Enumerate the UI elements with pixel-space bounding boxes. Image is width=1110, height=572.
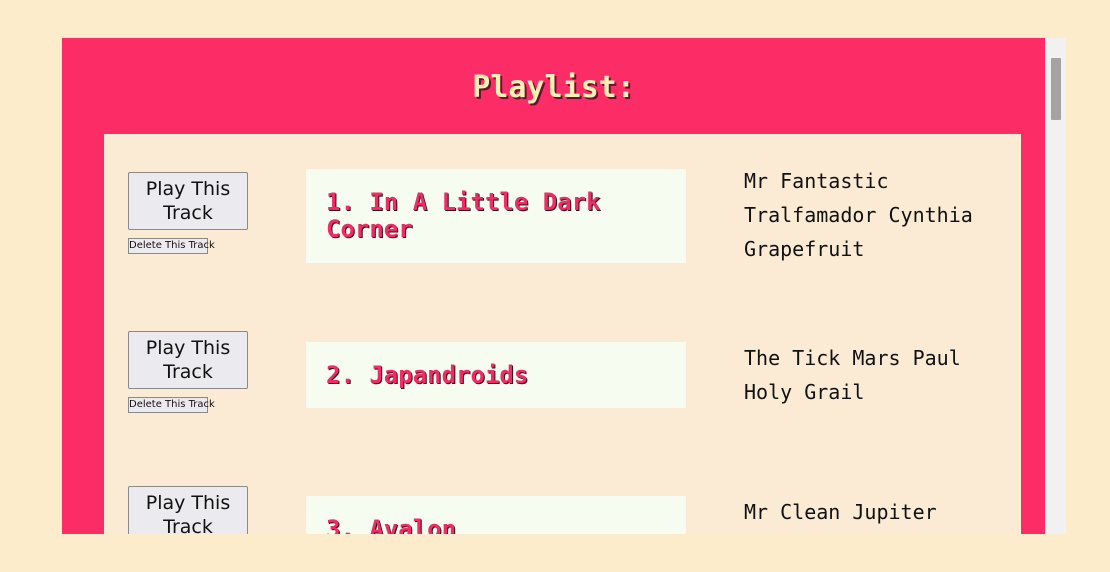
vertical-scrollbar[interactable]: [1045, 38, 1066, 534]
page-title: Playlist:: [472, 70, 635, 105]
track-artists: The Tick Mars Paul Holy Grail: [744, 346, 961, 404]
delete-track-button[interactable]: Delete This Track: [128, 397, 215, 413]
playlist-page: Playlist: Play This Track Delete This Tr…: [62, 38, 1045, 534]
browser-viewport: Playlist: Play This Track Delete This Tr…: [62, 38, 1066, 534]
track-title: 3. Avalon: [326, 515, 457, 535]
play-track-button[interactable]: Play This Track: [128, 486, 248, 534]
track-artists: Mr Clean Jupiter: [744, 500, 937, 524]
play-track-button[interactable]: Play This Track: [128, 331, 248, 389]
play-track-button[interactable]: Play This Track: [128, 172, 248, 230]
track-row: Play This Track Delete This Track 2. Jap…: [104, 294, 1021, 444]
track-row: Play This Track 3. Avalon Mr Clean Jupit…: [104, 448, 1021, 534]
track-artists: Mr Fantastic Tralfamador Cynthia Grapefr…: [744, 169, 973, 261]
track-title: 1. In A Little Dark Corner: [326, 188, 601, 243]
track-title: 2. Japandroids: [326, 361, 529, 389]
scrollbar-thumb[interactable]: [1051, 58, 1061, 120]
delete-track-button[interactable]: Delete This Track: [128, 238, 215, 254]
track-title-box: 1. In A Little Dark Corner: [306, 169, 686, 263]
track-title-box: 3. Avalon: [306, 496, 686, 534]
track-row: Play This Track Delete This Track 1. In …: [104, 134, 1021, 284]
playlist-content: Play This Track Delete This Track 1. In …: [104, 134, 1021, 534]
track-title-box: 2. Japandroids: [306, 342, 686, 408]
